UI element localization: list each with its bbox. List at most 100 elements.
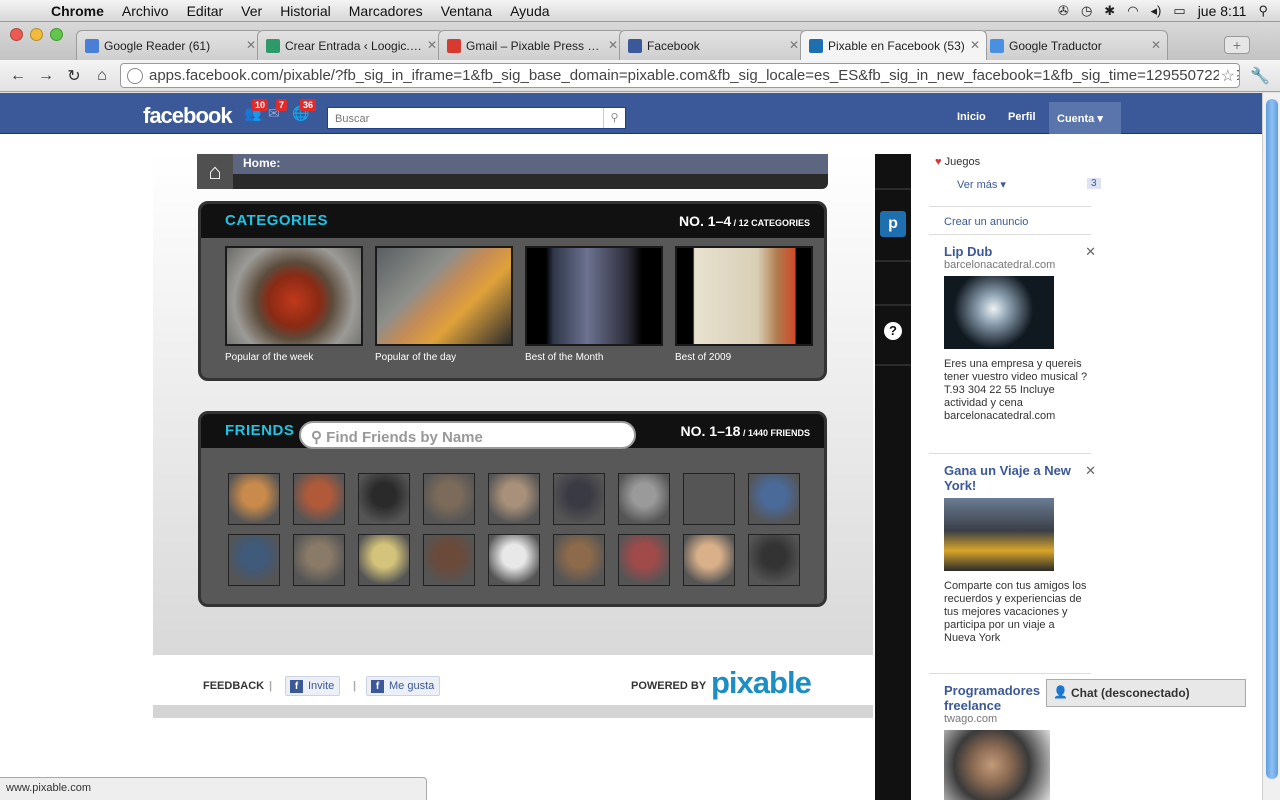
- menu-historial[interactable]: Historial: [271, 3, 340, 19]
- create-ad-link[interactable]: Crear un anuncio: [944, 216, 1028, 228]
- ad-image[interactable]: [944, 276, 1054, 349]
- menu-ayuda[interactable]: Ayuda: [501, 3, 558, 19]
- wifi-icon[interactable]: ◠: [1127, 3, 1138, 19]
- category-popular-week[interactable]: Popular of the week: [225, 246, 363, 363]
- friend-thumbnail[interactable]: [293, 473, 345, 525]
- friend-thumbnail[interactable]: [423, 473, 475, 525]
- friend-thumbnail[interactable]: [618, 534, 670, 586]
- close-tab-icon[interactable]: ✕: [970, 38, 980, 52]
- vertical-scrollbar[interactable]: [1262, 93, 1280, 800]
- feedback-link[interactable]: FEEDBACK: [203, 680, 264, 692]
- nav-inicio[interactable]: Inicio: [957, 111, 986, 123]
- category-popular-day[interactable]: Popular of the day: [375, 246, 513, 363]
- ad-lip-dub[interactable]: Lip Dub barcelonacatedral.com Eres una e…: [944, 244, 1096, 423]
- minimize-window-icon[interactable]: [30, 28, 43, 41]
- invite-button[interactable]: f Invite: [285, 676, 341, 696]
- menu-archivo[interactable]: Archivo: [113, 3, 178, 19]
- friend-thumbnail[interactable]: [293, 534, 345, 586]
- menu-ventana[interactable]: Ventana: [432, 3, 501, 19]
- ad-title[interactable]: Gana un Viaje a New York!: [944, 463, 1089, 493]
- close-icon[interactable]: ✕: [1085, 463, 1096, 479]
- address-bar[interactable]: apps.facebook.com/pixable/?fb_sig_in_ifr…: [120, 63, 1240, 88]
- notifications-icon[interactable]: 🌐 36: [292, 99, 317, 123]
- scrollbar-thumb[interactable]: [1266, 99, 1278, 779]
- bluetooth-icon[interactable]: ✱: [1104, 3, 1115, 19]
- nav-perfil[interactable]: Perfil: [1008, 111, 1036, 123]
- search-icon[interactable]: ⚲: [603, 108, 625, 128]
- help-icon[interactable]: ?: [884, 322, 902, 340]
- close-tab-icon[interactable]: ✕: [789, 38, 799, 52]
- friend-thumbnail[interactable]: [553, 473, 605, 525]
- category-best-2009[interactable]: Best of 2009: [675, 246, 813, 363]
- friend-thumbnail[interactable]: [358, 473, 410, 525]
- friend-requests-icon[interactable]: 👥 10: [244, 99, 269, 123]
- category-best-month[interactable]: Best of the Month: [525, 246, 663, 363]
- wrench-menu-icon[interactable]: 🔧: [1250, 66, 1270, 86]
- tab[interactable]: Gmail – Pixable Press Release ✕: [438, 30, 625, 60]
- friend-thumbnail[interactable]: [488, 534, 540, 586]
- chat-bar[interactable]: 👤 Chat (desconectado): [1046, 679, 1246, 707]
- menu-app-name[interactable]: Chrome: [42, 3, 113, 19]
- find-friends-input[interactable]: ⚲ Find Friends by Name: [299, 421, 636, 449]
- close-tab-icon[interactable]: ✕: [1151, 38, 1161, 52]
- friend-thumbnail[interactable]: [228, 534, 280, 586]
- home-icon[interactable]: ⌂: [88, 67, 116, 85]
- friend-thumbnail[interactable]: [618, 473, 670, 525]
- friend-thumbnail[interactable]: [683, 534, 735, 586]
- category-label[interactable]: Best of the Month: [525, 352, 663, 363]
- games-link[interactable]: ♥ Juegos: [935, 156, 980, 168]
- close-tab-icon[interactable]: ✕: [246, 38, 256, 52]
- ad-title[interactable]: Lip Dub: [944, 244, 1089, 259]
- see-more-link[interactable]: Ver más ▾: [957, 178, 1006, 191]
- antenna-icon[interactable]: ✇: [1058, 3, 1069, 19]
- friend-thumbnail[interactable]: [553, 534, 605, 586]
- friend-thumbnail[interactable]: [228, 473, 280, 525]
- zoom-window-icon[interactable]: [50, 28, 63, 41]
- back-icon[interactable]: ←: [4, 67, 32, 85]
- close-tab-icon[interactable]: ✕: [427, 38, 437, 52]
- menu-editar[interactable]: Editar: [178, 3, 233, 19]
- tab[interactable]: Google Reader (61) ✕: [76, 30, 263, 60]
- menu-ver[interactable]: Ver: [232, 3, 271, 19]
- category-thumbnail[interactable]: [225, 246, 363, 346]
- tab[interactable]: Facebook ✕: [619, 30, 806, 60]
- ad-image[interactable]: [944, 730, 1050, 800]
- close-tab-icon[interactable]: ✕: [608, 38, 618, 52]
- category-thumbnail[interactable]: [675, 246, 813, 346]
- friend-thumbnail[interactable]: [748, 534, 800, 586]
- ad-new-york[interactable]: Gana un Viaje a New York! Comparte con t…: [944, 463, 1096, 645]
- forward-icon[interactable]: →: [32, 67, 60, 85]
- close-icon[interactable]: ✕: [1085, 244, 1096, 260]
- friend-thumbnail[interactable]: [358, 534, 410, 586]
- facebook-search-input[interactable]: Buscar ⚲: [327, 107, 626, 129]
- tab[interactable]: Pixable en Facebook (53) ✕: [800, 30, 987, 60]
- close-window-icon[interactable]: [10, 28, 23, 41]
- friend-thumbnail[interactable]: [488, 473, 540, 525]
- friend-thumbnail[interactable]: [423, 534, 475, 586]
- category-label[interactable]: Popular of the day: [375, 352, 513, 363]
- time-machine-icon[interactable]: ◷: [1081, 3, 1092, 19]
- menubar-clock[interactable]: jue 8:11: [1198, 3, 1247, 19]
- tab[interactable]: Google Traductor ✕: [981, 30, 1168, 60]
- friend-thumbnail[interactable]: [748, 473, 800, 525]
- ad-image[interactable]: [944, 498, 1054, 571]
- pixable-icon[interactable]: p: [880, 211, 906, 237]
- spotlight-search-icon[interactable]: ⚲: [1258, 3, 1268, 19]
- battery-icon[interactable]: ▭: [1173, 3, 1185, 19]
- category-label[interactable]: Best of 2009: [675, 352, 813, 363]
- pixable-logo[interactable]: pixable: [711, 665, 812, 701]
- tab[interactable]: Crear Entrada ‹ Loogic.com ✕: [257, 30, 444, 60]
- reload-icon[interactable]: ↻: [60, 66, 88, 86]
- like-button[interactable]: f Me gusta: [366, 676, 441, 696]
- friend-thumbnail[interactable]: [683, 473, 735, 525]
- nav-cuenta[interactable]: Cuenta ▾: [1049, 102, 1121, 134]
- menu-marcadores[interactable]: Marcadores: [340, 3, 432, 19]
- category-thumbnail[interactable]: [525, 246, 663, 346]
- category-label[interactable]: Popular of the week: [225, 352, 363, 363]
- home-icon[interactable]: ⌂: [197, 154, 233, 189]
- new-tab-button[interactable]: +: [1224, 36, 1250, 54]
- messages-icon[interactable]: ✉ 7: [268, 99, 288, 123]
- category-thumbnail[interactable]: [375, 246, 513, 346]
- volume-icon[interactable]: ◂): [1151, 3, 1162, 19]
- bookmark-star-icon[interactable]: ☆: [1218, 66, 1237, 86]
